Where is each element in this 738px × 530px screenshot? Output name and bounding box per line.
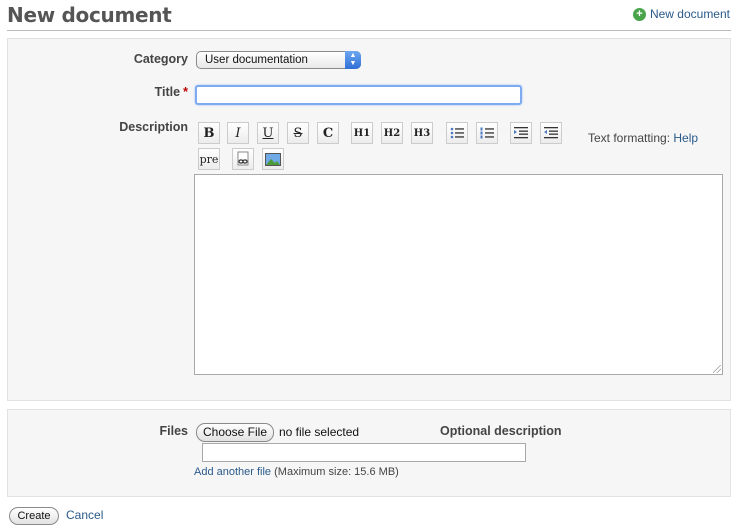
text-formatting-label: Text formatting: xyxy=(588,131,671,145)
text-formatting-hint: Text formatting: Help xyxy=(588,131,698,145)
new-document-label: New document xyxy=(649,7,730,21)
max-size-text: (Maximum size: 15.6 MB) xyxy=(274,466,399,478)
ordered-list-icon xyxy=(480,127,494,139)
create-button[interactable]: Create xyxy=(9,507,59,525)
bold-icon: B xyxy=(203,125,215,141)
add-icon: + xyxy=(632,7,646,21)
ordered-list-button[interactable] xyxy=(476,122,498,144)
page-title: New document xyxy=(7,3,172,27)
heading3-icon: H3 xyxy=(413,127,431,139)
no-file-selected-text: no file selected xyxy=(279,425,360,439)
title-label: Title * xyxy=(100,85,188,99)
indent-icon xyxy=(514,127,528,139)
italic-icon: I xyxy=(235,125,241,141)
select-arrows-icon: ▲ ▼ xyxy=(345,51,361,69)
file-description-input[interactable] xyxy=(202,443,526,462)
outdent-icon xyxy=(544,127,558,139)
category-label: Category xyxy=(133,52,188,66)
code-icon: C xyxy=(322,125,334,141)
cancel-link[interactable]: Cancel xyxy=(66,508,103,522)
category-select[interactable]: User documentation ▲ ▼ xyxy=(196,51,361,69)
description-label: Description xyxy=(119,120,188,134)
bold-button[interactable]: B xyxy=(198,122,220,144)
files-label: Files xyxy=(159,424,189,438)
image-button[interactable] xyxy=(262,148,284,170)
choose-file-button[interactable]: Choose File xyxy=(196,423,274,442)
required-marker: * xyxy=(183,85,188,99)
category-selected-value: User documentation xyxy=(205,54,308,66)
italic-button[interactable]: I xyxy=(227,122,249,144)
heading2-button[interactable]: H2 xyxy=(381,122,403,144)
unordered-list-button[interactable] xyxy=(446,122,468,144)
preformatted-icon: pre xyxy=(199,152,219,166)
preformatted-button[interactable]: pre xyxy=(198,148,220,170)
indent-button[interactable] xyxy=(510,122,532,144)
strikethrough-icon: S xyxy=(293,125,303,141)
heading3-button[interactable]: H3 xyxy=(411,122,433,144)
heading1-icon: H1 xyxy=(353,127,371,139)
unordered-list-icon xyxy=(450,127,464,139)
link-icon xyxy=(237,151,249,166)
optional-description-label: Optional description xyxy=(440,424,562,438)
code-button[interactable]: C xyxy=(317,122,339,144)
description-textarea[interactable] xyxy=(194,174,723,375)
link-button[interactable] xyxy=(232,148,254,170)
help-link[interactable]: Help xyxy=(673,131,698,145)
underline-icon: U xyxy=(262,125,274,141)
title-label-text: Title xyxy=(154,85,181,99)
strikethrough-button[interactable]: S xyxy=(287,122,309,144)
underline-button[interactable]: U xyxy=(257,122,279,144)
new-document-link[interactable]: + New document xyxy=(632,7,730,21)
add-file-row: Add another file (Maximum size: 15.6 MB) xyxy=(194,466,399,478)
title-divider xyxy=(7,30,731,31)
outdent-button[interactable] xyxy=(540,122,562,144)
image-icon xyxy=(265,152,281,166)
resize-handle-icon[interactable] xyxy=(713,365,721,373)
title-input[interactable] xyxy=(195,85,522,105)
heading2-icon: H2 xyxy=(383,127,401,139)
heading1-button[interactable]: H1 xyxy=(351,122,373,144)
add-another-file-link[interactable]: Add another file xyxy=(194,466,271,478)
